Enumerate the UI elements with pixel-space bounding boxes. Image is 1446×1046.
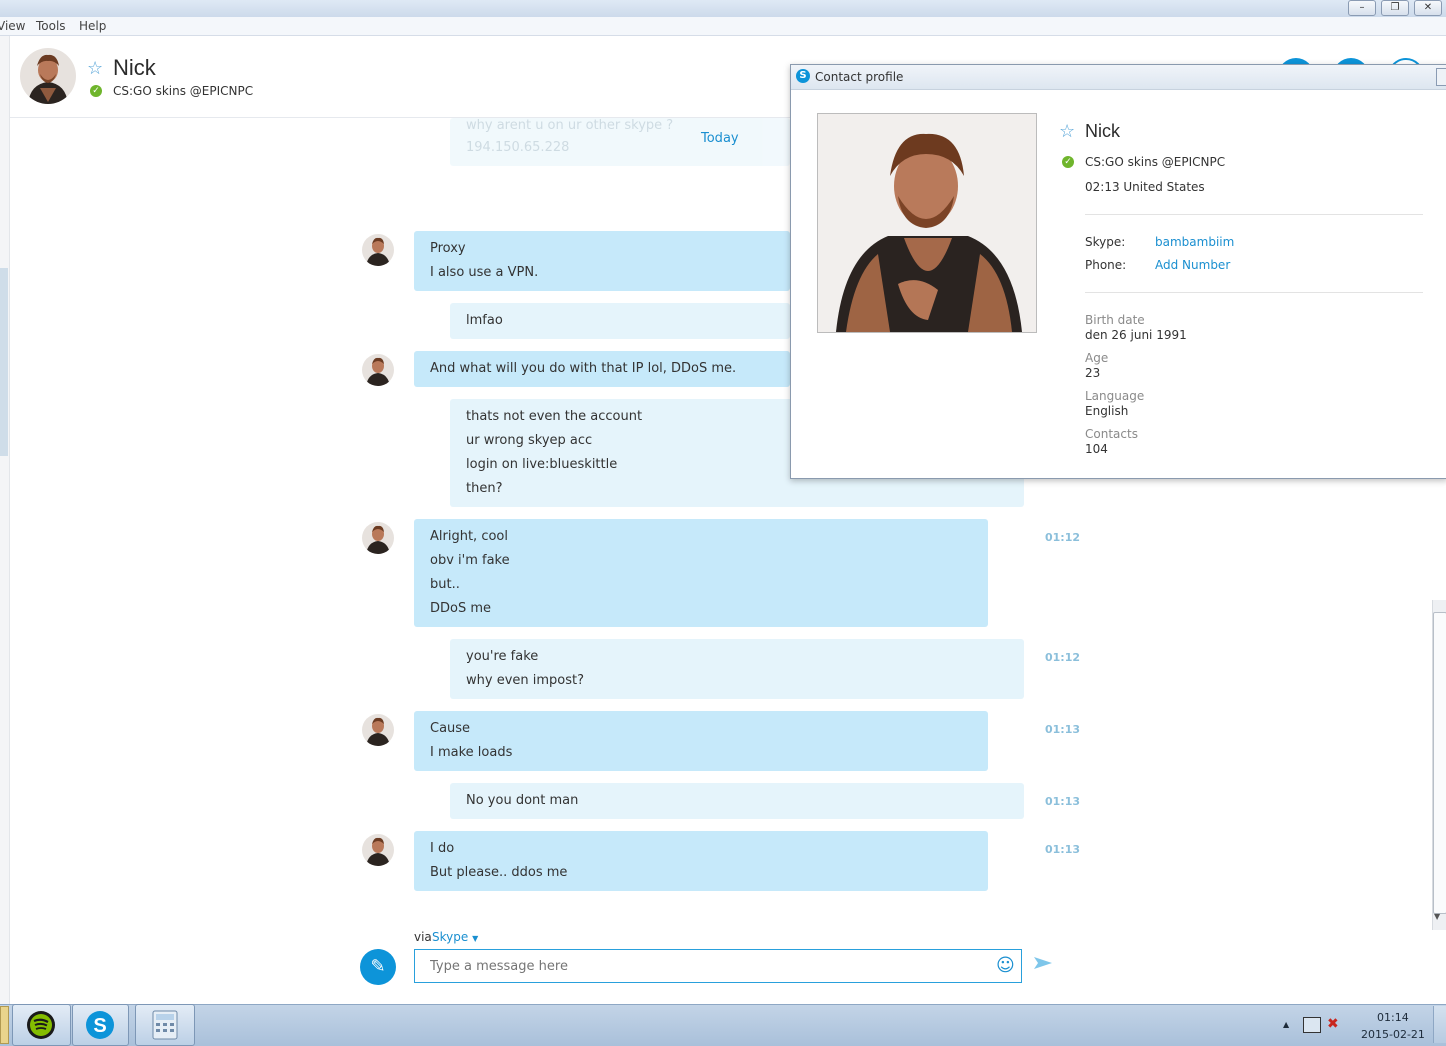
message-timestamp: 01:12	[1045, 531, 1081, 544]
sender-avatar[interactable]	[362, 354, 394, 386]
profile-local-time: 02:13 United States	[1085, 180, 1205, 194]
menu-tools[interactable]: Tools	[36, 19, 66, 33]
birth-date-label: Birth date	[1085, 313, 1145, 327]
taskbar-spotify[interactable]	[12, 1004, 71, 1046]
online-check-icon: ✓	[1062, 156, 1074, 168]
show-hidden-icons-arrow-icon[interactable]: ▲	[1283, 1020, 1289, 1029]
message-timestamp: 01:13	[1045, 723, 1081, 736]
skype-label: Skype:	[1085, 235, 1126, 249]
contact-mood-message: CS:GO skins @EPICNPC	[113, 84, 254, 98]
menu-help[interactable]: Help	[79, 19, 106, 33]
favorite-star-icon[interactable]: ☆	[87, 58, 103, 79]
volume-muted-icon[interactable]: ✖	[1327, 1016, 1339, 1032]
message-bubble-outgoing[interactable]: lmfao	[450, 303, 790, 339]
chevron-down-icon: ▼	[472, 934, 479, 943]
chat-scrollbar-thumb[interactable]	[1433, 612, 1446, 914]
menu-bar: View Tools Help	[0, 17, 1446, 36]
via-label: via	[414, 930, 432, 944]
older-message-bubble: why arent u on ur other skype ? 194.150.…	[450, 118, 790, 166]
send-icon[interactable]	[1034, 955, 1052, 975]
profile-mood-message: CS:GO skins @EPICNPC	[1085, 155, 1226, 169]
message-bubble-outgoing[interactable]: you're fake why even impost?	[450, 639, 1024, 699]
message-bubble-incoming[interactable]: Proxy I also use a VPN.	[414, 231, 790, 291]
divider	[1085, 292, 1423, 293]
profile-window-title: Contact profile	[815, 70, 904, 84]
phone-label: Phone:	[1085, 258, 1127, 272]
svg-text:S: S	[93, 1015, 106, 1037]
message-bubble-incoming[interactable]: Cause I make loads	[414, 711, 988, 771]
add-number-link[interactable]: Add Number	[1155, 258, 1230, 272]
profile-name: Nick	[1085, 121, 1120, 141]
message-bubble-incoming[interactable]: I do But please.. ddos me	[414, 831, 988, 891]
close-window-button[interactable]: ✕	[1414, 0, 1442, 16]
clock-date[interactable]: 2015-02-21	[1361, 1028, 1425, 1041]
favorite-star-icon[interactable]: ☆	[1059, 121, 1075, 142]
message-bubble-incoming[interactable]: Alright, cool obv i'm fake but.. DDoS me	[414, 519, 988, 627]
spotify-icon	[27, 1011, 55, 1039]
profile-title-bar: S Contact profile	[791, 65, 1446, 90]
age-label: Age	[1085, 351, 1109, 365]
contacts-label: Contacts	[1085, 427, 1138, 441]
message-timestamp: 01:12	[1045, 651, 1081, 664]
sidebar-edge	[0, 36, 10, 1004]
attach-file-button[interactable]: ✎	[360, 949, 396, 985]
contact-avatar[interactable]	[20, 48, 76, 104]
sidebar-scroll-mark	[0, 268, 8, 456]
calculator-icon	[152, 1010, 178, 1040]
maximize-button[interactable]: ❐	[1381, 0, 1409, 16]
menu-view[interactable]: View	[0, 19, 25, 33]
taskbar-skype[interactable]: S	[72, 1004, 129, 1046]
sender-avatar[interactable]	[362, 234, 394, 266]
via-service-dropdown[interactable]: Skype ▼	[432, 930, 478, 944]
skype-name-link[interactable]: bambambiim	[1155, 235, 1234, 249]
language-label: Language	[1085, 389, 1145, 403]
message-input[interactable]	[414, 949, 1022, 983]
clock-time[interactable]: 01:14	[1377, 1011, 1409, 1024]
windows-taskbar	[0, 1004, 1446, 1046]
online-check-icon: ✓	[90, 85, 102, 97]
divider	[1085, 214, 1423, 215]
sender-avatar[interactable]	[362, 714, 394, 746]
window-title-bar	[0, 0, 1446, 18]
message-bubble-outgoing[interactable]: No you dont man	[450, 783, 1024, 819]
show-desktop-button[interactable]	[1433, 1006, 1446, 1043]
minimize-button[interactable]: –	[1348, 0, 1376, 16]
start-button-edge[interactable]	[0, 1006, 9, 1044]
profile-picture	[817, 113, 1037, 333]
network-icon[interactable]	[1303, 1017, 1321, 1033]
skype-icon: S	[86, 1011, 114, 1039]
emoticon-icon[interactable]: ☺	[996, 955, 1015, 976]
taskbar-calculator[interactable]	[135, 1004, 195, 1046]
scroll-down-arrow-icon[interactable]: ▼	[1434, 912, 1440, 921]
language-value: English	[1085, 404, 1129, 418]
birth-date-value: den 26 juni 1991	[1085, 328, 1187, 342]
via-service-label: Skype	[432, 930, 469, 944]
contacts-value: 104	[1085, 442, 1108, 456]
profile-close-button[interactable]	[1436, 68, 1446, 86]
skype-logo-icon: S	[796, 69, 810, 83]
message-bubble-incoming[interactable]: And what will you do with that IP lol, D…	[414, 351, 790, 387]
contact-profile-window: S Contact profile ☆ Nick ✓ CS:GO skins @…	[790, 64, 1446, 479]
date-separator: Today	[701, 131, 739, 146]
contact-name: Nick	[113, 55, 156, 80]
age-value: 23	[1085, 366, 1101, 380]
message-timestamp: 01:13	[1045, 843, 1081, 856]
paperclip-icon: ✎	[370, 956, 386, 977]
sender-avatar[interactable]	[362, 522, 394, 554]
message-timestamp: 01:13	[1045, 795, 1081, 808]
sender-avatar[interactable]	[362, 834, 394, 866]
